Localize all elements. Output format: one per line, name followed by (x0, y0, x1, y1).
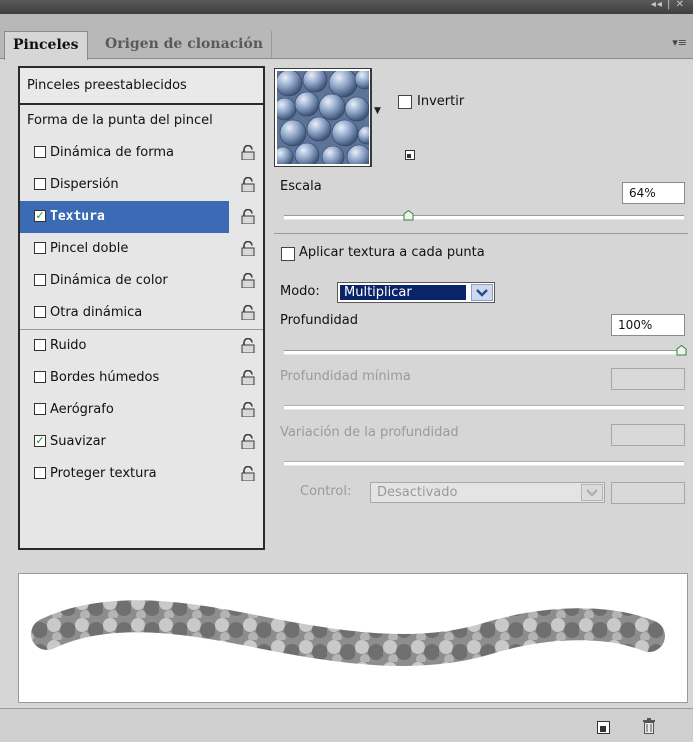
brush-option-label: Proteger textura (50, 466, 157, 481)
checkbox[interactable] (34, 339, 46, 351)
checked-checkbox[interactable]: ✓ (34, 435, 46, 447)
lock-icon[interactable] (241, 209, 255, 224)
brush-option-item[interactable]: Dinámica de color (20, 265, 263, 297)
brush-option-item[interactable]: Aerógrafo (20, 394, 263, 426)
swatch-dropdown-icon[interactable]: ▼ (374, 106, 381, 116)
brush-tip-shape-item[interactable]: Forma de la punta del pincel (20, 105, 263, 137)
mode-label: Modo: (280, 284, 320, 299)
brush-tip-shape-label: Forma de la punta del pincel (27, 113, 213, 128)
brush-option-label: Otra dinámica (50, 305, 143, 320)
checkbox[interactable] (34, 371, 46, 383)
brush-option-item[interactable]: Dinámica de forma (20, 137, 263, 169)
brush-option-label: Suavizar (50, 434, 106, 449)
brush-presets-item[interactable]: Pinceles preestablecidos (20, 68, 263, 105)
brush-option-label: Dispersión (50, 177, 119, 192)
collapse-close-icons[interactable]: ◂◂ | ✕ (651, 0, 685, 10)
min-depth-field (611, 368, 685, 390)
brush-option-label: Pincel doble (50, 241, 129, 256)
lock-wrap (229, 201, 263, 233)
apply-each-tip-label: Aplicar textura a cada punta (299, 245, 485, 260)
control-label: Control: (300, 484, 352, 499)
brush-stroke-preview (31, 600, 665, 666)
control-dropdown-button (581, 484, 603, 501)
brush-option-label: Bordes húmedos (50, 370, 160, 385)
checked-checkbox[interactable]: ✓ (34, 210, 46, 222)
panel-menu-icon[interactable]: ▾≡ (672, 36, 687, 49)
depth-jitter-slider-track (284, 461, 684, 466)
depth-jitter-label: Variación de la profundidad (280, 425, 459, 440)
texture-swatch[interactable] (274, 68, 372, 167)
lock-icon[interactable] (241, 241, 255, 256)
depth-jitter-field (611, 424, 685, 446)
brush-option-label: Ruido (50, 338, 87, 353)
panel-bottom-bar (0, 708, 693, 742)
tab-strip: Pinceles Origen de clonación ▾≡ (0, 14, 693, 60)
brushes-panel: ◂◂ | ✕ Pinceles Origen de clonación ▾≡ P… (0, 0, 693, 742)
checkbox[interactable] (34, 403, 46, 415)
brush-option-item[interactable]: ✓ Textura (20, 201, 263, 233)
depth-slider-track[interactable] (284, 350, 684, 355)
checkbox[interactable] (34, 146, 46, 158)
lock-icon[interactable] (241, 177, 255, 192)
brush-option-item[interactable]: Pincel doble (20, 233, 263, 265)
brush-option-items: Dinámica de forma Dispersión ✓ Textura Pince… (20, 137, 263, 490)
brush-option-item[interactable]: Otra dinámica (20, 297, 263, 329)
min-depth-label: Profundidad mínima (280, 369, 411, 384)
invert-checkbox[interactable] (398, 95, 412, 109)
trash-icon[interactable] (642, 718, 656, 735)
brush-option-label: Dinámica de color (50, 273, 168, 288)
brush-settings-list: Pinceles preestablecidos Forma de la pun… (18, 66, 265, 550)
chevron-down-icon (586, 489, 598, 497)
depth-label: Profundidad (280, 313, 359, 328)
checkbox[interactable] (34, 274, 46, 286)
new-brush-icon[interactable] (597, 721, 610, 734)
scale-slider-thumb[interactable] (403, 210, 414, 221)
lock-icon[interactable] (241, 305, 255, 320)
invert-label: Invertir (417, 94, 465, 109)
lock-icon[interactable] (241, 273, 255, 288)
tab-clone-source[interactable]: Origen de clonación (97, 31, 272, 58)
lock-icon[interactable] (241, 338, 255, 353)
apply-each-tip-checkbox[interactable] (281, 247, 295, 261)
brush-option-label: Textura (50, 209, 105, 224)
brush-option-item[interactable]: Proteger textura (20, 458, 263, 490)
new-preset-icon[interactable] (405, 150, 415, 160)
min-depth-slider-track (284, 405, 684, 410)
control-field (611, 482, 685, 504)
brush-option-item[interactable]: Dispersión (20, 169, 263, 201)
scale-field[interactable]: 64% (622, 182, 685, 204)
checkbox[interactable] (34, 467, 46, 479)
brush-option-item[interactable]: Ruido (20, 329, 263, 362)
brush-option-item[interactable]: ✓ Suavizar (20, 426, 263, 458)
lock-icon[interactable] (241, 466, 255, 481)
mode-dropdown-button[interactable] (471, 284, 493, 301)
panel-title-bar[interactable]: ◂◂ | ✕ (0, 0, 693, 14)
brush-option-item[interactable]: Bordes húmedos (20, 362, 263, 394)
control-select: Desactivado (370, 482, 605, 503)
texture-pattern-icon (277, 71, 369, 164)
scale-label: Escala (280, 179, 322, 194)
lock-icon[interactable] (241, 434, 255, 449)
mode-select[interactable]: Multiplicar (337, 282, 495, 303)
mode-value: Multiplicar (340, 285, 466, 300)
tab-brushes[interactable]: Pinceles (4, 31, 88, 60)
checkbox[interactable] (34, 242, 46, 254)
brush-option-label: Dinámica de forma (50, 145, 175, 160)
checkbox[interactable] (34, 306, 46, 318)
brush-option-label: Aerógrafo (50, 402, 114, 417)
lock-icon[interactable] (241, 145, 255, 160)
lock-icon[interactable] (241, 402, 255, 417)
swatch-divider (370, 68, 371, 167)
chevron-down-icon (476, 289, 488, 297)
scale-slider-track[interactable] (284, 215, 684, 220)
checkbox[interactable] (34, 178, 46, 190)
depth-slider-thumb[interactable] (676, 345, 687, 356)
depth-field[interactable]: 100% (611, 314, 685, 336)
stroke-preview (18, 573, 688, 703)
control-value: Desactivado (377, 485, 458, 500)
divider (274, 233, 688, 234)
lock-icon[interactable] (241, 370, 255, 385)
